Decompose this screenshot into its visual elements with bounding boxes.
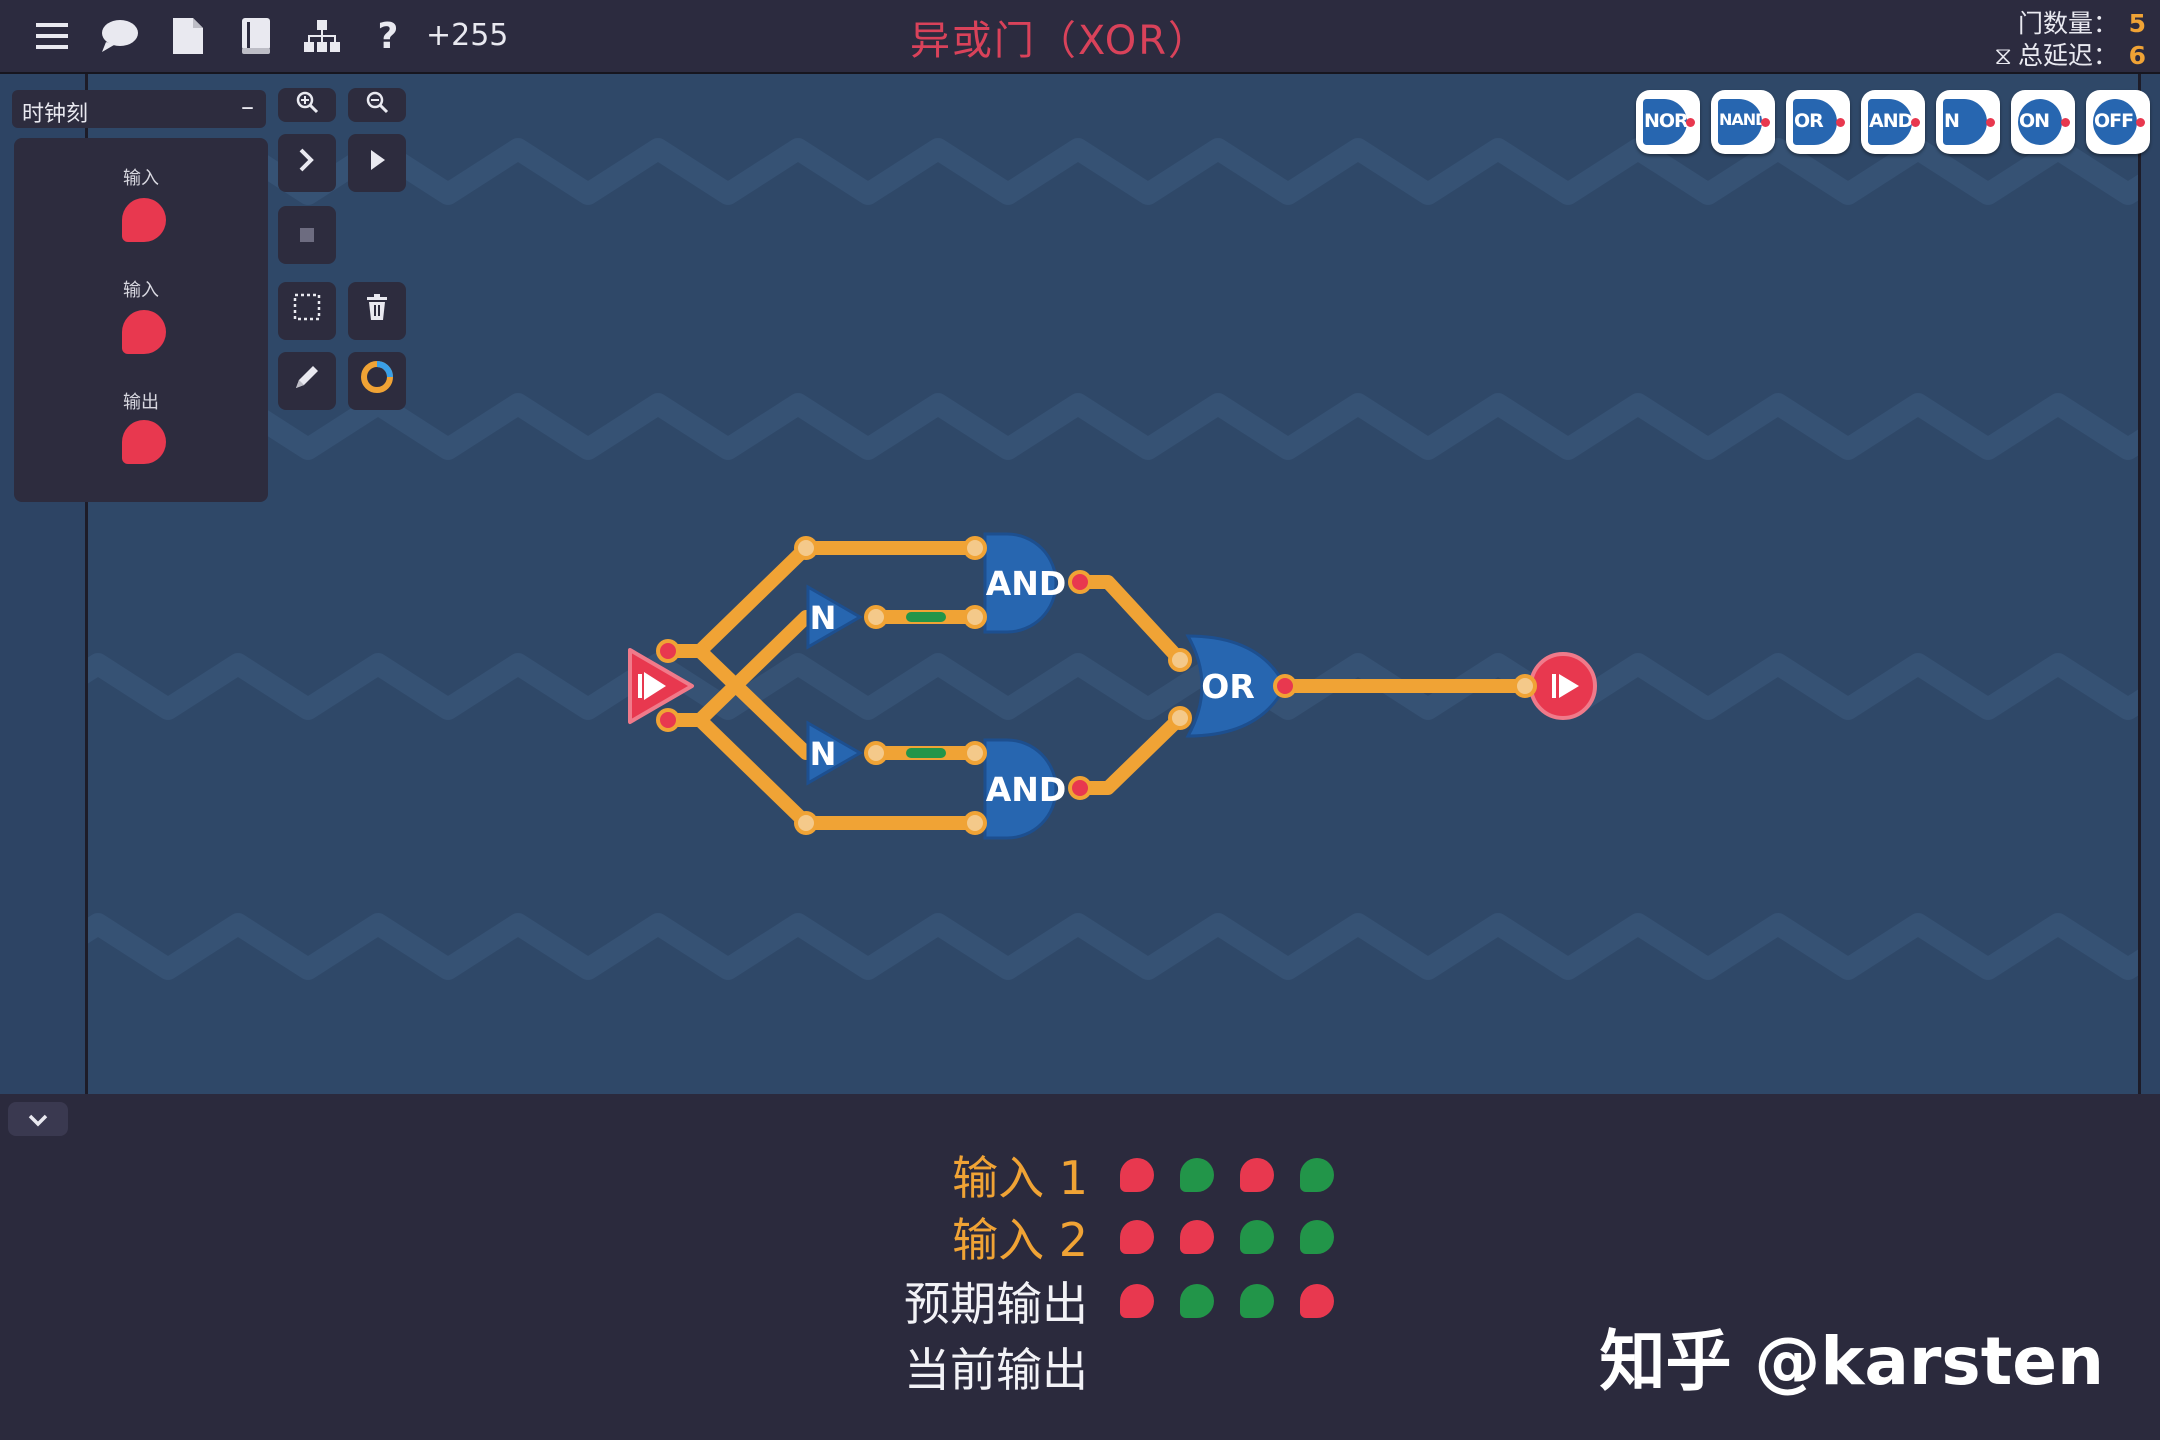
output-pin[interactable]: [1068, 776, 1092, 800]
io-label-input-1: 输入: [123, 168, 159, 189]
wire-joint[interactable]: [963, 811, 987, 835]
wire[interactable]: [1073, 575, 1187, 667]
palette-gate-off[interactable]: OFF: [2086, 90, 2150, 154]
output-pin[interactable]: [1068, 570, 1092, 594]
palette-gate-label: OR: [1794, 110, 1824, 132]
palette-gate-or[interactable]: OR: [1786, 90, 1850, 154]
palette-gate-output-pin: [1911, 118, 1920, 127]
palette-gate-output-pin: [2061, 118, 2070, 127]
palette-gate-nand[interactable]: NAND: [1711, 90, 1775, 154]
palette-gate-output-pin: [2136, 118, 2145, 127]
palette-gate-label: N: [1944, 110, 1960, 132]
not-gate-label: N: [810, 735, 837, 773]
wire-joint[interactable]: [794, 811, 818, 835]
trash-icon: [365, 293, 389, 329]
palette-gate-and[interactable]: AND: [1861, 90, 1925, 154]
wire-joint[interactable]: [963, 536, 987, 560]
io-label-output: 输出: [123, 392, 159, 413]
stop-icon: [297, 218, 317, 253]
wires: [661, 541, 1532, 830]
truth-table-row-label: 预期输出: [904, 1277, 1088, 1331]
truth-table-signal: [1240, 1220, 1274, 1254]
color-button[interactable]: [348, 352, 406, 410]
and-gate-label: AND: [986, 770, 1067, 809]
palette-gate-output-pin: [1836, 118, 1845, 127]
io-input-1-pin[interactable]: [122, 198, 166, 242]
io-input-2-pin[interactable]: [122, 310, 166, 354]
wire-joint[interactable]: [1168, 706, 1192, 730]
palette-gate-on[interactable]: ON: [2011, 90, 2075, 154]
truth-table-signal: [1120, 1220, 1154, 1254]
truth-table-signal: [1180, 1158, 1214, 1192]
io-panel: 输入 输入 输出: [14, 138, 268, 502]
select-icon: [292, 292, 322, 330]
clock-select-value: 时钟刻: [22, 102, 89, 127]
zoom-out-button[interactable]: [348, 88, 406, 122]
palette-gate-n[interactable]: N: [1936, 90, 2000, 154]
io-label-input-2: 输入: [123, 280, 159, 301]
wire-joint[interactable]: [963, 605, 987, 629]
palette-gate-label: AND: [1869, 110, 1913, 132]
play-button[interactable]: [348, 134, 406, 192]
step-button[interactable]: [278, 134, 336, 192]
palette-gate-label: NOR: [1644, 110, 1689, 132]
collapse-button[interactable]: [8, 1102, 68, 1136]
or-gate-label: OR: [1201, 667, 1254, 706]
zoom-in-icon: [295, 90, 319, 120]
truth-table-signal: [1120, 1158, 1154, 1192]
truth-table-signal: [1180, 1284, 1214, 1318]
clock-minus-button[interactable]: –: [241, 92, 254, 122]
palette-gate-label: ON: [2019, 110, 2050, 132]
truth-table-row-label: 输入 1: [952, 1151, 1088, 1205]
palette-gate-label: OFF: [2094, 110, 2134, 132]
and-gate-label: AND: [986, 564, 1067, 603]
output-pin[interactable]: [1273, 674, 1297, 698]
wire-joint[interactable]: [864, 605, 888, 629]
not-gate-label: N: [810, 599, 837, 637]
truth-table-signal: [1300, 1220, 1334, 1254]
wire-joint[interactable]: [864, 741, 888, 765]
output-pin[interactable]: [656, 639, 680, 663]
palette-gate-output-pin: [1986, 118, 1995, 127]
io-output-pin[interactable]: [122, 420, 166, 464]
truth-table-signal: [1240, 1158, 1274, 1192]
zoom-out-icon: [365, 90, 389, 120]
wire-joint[interactable]: [963, 741, 987, 765]
truth-table-signal: [1240, 1284, 1274, 1318]
input-bar-icon: [638, 674, 642, 698]
step-icon: [296, 146, 318, 181]
output-bar-icon: [1552, 674, 1556, 698]
palette-gate-output-pin: [1761, 118, 1770, 127]
palette-gate-output-pin: [1686, 118, 1695, 127]
truth-table-signal: [1120, 1284, 1154, 1318]
wire[interactable]: [1073, 711, 1187, 795]
truth-table-signal: [1300, 1284, 1334, 1318]
wire-joint[interactable]: [794, 536, 818, 560]
pencil-icon: [292, 362, 322, 400]
truth-table-signal: [1180, 1220, 1214, 1254]
color-ring-icon: [359, 359, 395, 403]
truth-table-row-label: 输入 2: [952, 1213, 1088, 1267]
output-pin[interactable]: [656, 708, 680, 732]
play-icon: [366, 146, 388, 181]
wire-joint[interactable]: [1168, 648, 1192, 672]
delete-button[interactable]: [348, 282, 406, 340]
select-button[interactable]: [278, 282, 336, 340]
watermark: 知乎 @karsten: [1599, 1323, 2104, 1400]
truth-table-row-label: 当前输出: [904, 1343, 1088, 1397]
palette-gate-nor[interactable]: NOR: [1636, 90, 1700, 154]
zoom-in-button[interactable]: [278, 88, 336, 122]
stop-button[interactable]: [278, 206, 336, 264]
truth-table-signal: [1300, 1158, 1334, 1192]
clock-select[interactable]: 时钟刻 –: [12, 90, 266, 128]
draw-button[interactable]: [278, 352, 336, 410]
palette-gate-label: NAND: [1719, 110, 1768, 129]
chevron-down-icon: [27, 1105, 49, 1133]
wire-joint[interactable]: [1513, 674, 1537, 698]
